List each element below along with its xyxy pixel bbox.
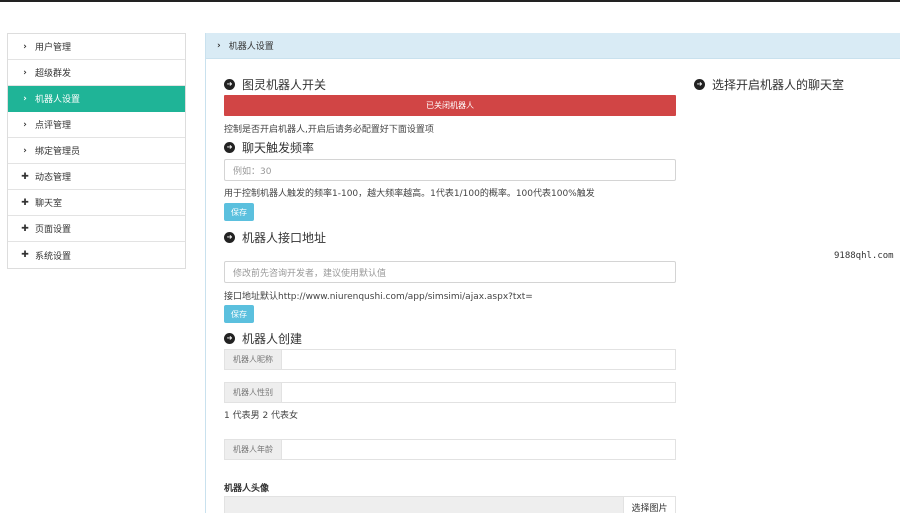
gender-input-group[interactable]: 机器人性别 [224, 382, 676, 403]
plus-icon: ✚ [21, 250, 29, 260]
sidebar-item-feeds[interactable]: ✚ 动态管理 [8, 164, 185, 190]
robot-toggle-button[interactable]: 已关闭机器人 [224, 95, 676, 116]
gender-field[interactable] [282, 383, 675, 402]
avatar-file-path [225, 497, 623, 513]
frequency-save-button[interactable]: 保存 [224, 203, 254, 221]
sidebar-item-system-settings[interactable]: ✚ 系统设置 [8, 242, 185, 268]
gender-help-text: 1 代表男 2 代表女 [224, 411, 299, 421]
arrow-circle-right-icon: ➜ [694, 79, 705, 90]
sidebar-item-label: 点评管理 [35, 121, 72, 131]
plus-icon: ✚ [21, 223, 29, 234]
arrow-circle-right-icon: ➜ [224, 333, 235, 344]
breadcrumb-label: 机器人设置 [228, 42, 274, 52]
sidebar-item-label: 超级群发 [35, 69, 72, 79]
chevron-right-icon: › [23, 119, 27, 130]
frequency-input[interactable]: 例如：30 [224, 159, 676, 181]
sidebar-item-label: 动态管理 [35, 173, 72, 183]
sidebar-item-label: 系统设置 [35, 251, 72, 262]
sidebar-item-robot-settings[interactable]: › 机器人设置 [8, 86, 185, 112]
nickname-field[interactable] [282, 350, 675, 369]
chevron-right-icon: › [23, 145, 27, 156]
age-field[interactable] [282, 440, 675, 459]
api-url-input[interactable]: 修改前先咨询开发者，建议使用默认值 [224, 261, 676, 283]
avatar-file-group: 选择图片 [224, 496, 676, 513]
sidebar-item-mass-send[interactable]: › 超级群发 [8, 60, 185, 86]
section-title-chatroom-select: ➜ 选择开启机器人的聊天室 [694, 76, 844, 93]
arrow-circle-right-icon: ➜ [224, 79, 235, 90]
age-input-group[interactable]: 机器人年龄 [224, 439, 676, 460]
api-save-button[interactable]: 保存 [224, 305, 254, 323]
chevron-right-icon: › [23, 93, 27, 104]
gender-addon: 机器人性别 [225, 383, 282, 402]
section-title-frequency: ➜ 聊天触发频率 [224, 139, 314, 156]
api-help-text: 接口地址默认http://www.niurenqushi.com/app/sim… [224, 292, 533, 302]
arrow-circle-right-icon: ➜ [224, 142, 235, 153]
sidebar-item-user-management[interactable]: › 用户管理 [8, 34, 185, 60]
sidebar-item-reviews[interactable]: › 点评管理 [8, 112, 185, 138]
frequency-help-text: 用于控制机器人触发的频率1-100，越大频率越高。1代表1/100的概率。100… [224, 189, 595, 199]
age-addon: 机器人年龄 [225, 440, 282, 459]
sidebar-item-bind-admin[interactable]: › 绑定管理员 [8, 138, 185, 164]
section-title-create: ➜ 机器人创建 [224, 330, 302, 347]
section-title-api: ➜ 机器人接口地址 [224, 229, 326, 246]
choose-image-button[interactable]: 选择图片 [623, 497, 675, 513]
arrow-circle-right-icon: ➜ [224, 232, 235, 243]
sidebar-item-chatroom[interactable]: ✚ 聊天室 [8, 190, 185, 216]
watermark-text: 9188qhl.com [834, 251, 894, 261]
sidebar: › 用户管理 › 超级群发 › 机器人设置 › 点评管理 › 绑定管理员 ✚ 动… [7, 33, 186, 269]
sidebar-item-label: 机器人设置 [35, 95, 81, 105]
sidebar-item-label: 页面设置 [35, 225, 72, 235]
chevron-right-icon: › [217, 40, 221, 51]
chevron-right-icon: › [23, 67, 27, 78]
top-border [0, 0, 900, 2]
sidebar-item-page-settings[interactable]: ✚ 页面设置 [8, 216, 185, 242]
nickname-addon: 机器人昵称 [225, 350, 282, 369]
chevron-right-icon: › [23, 41, 27, 52]
plus-icon: ✚ [21, 171, 29, 182]
sidebar-item-label: 绑定管理员 [35, 147, 81, 157]
switch-help-text: 控制是否开启机器人,开启后请务必配置好下面设置项 [224, 125, 434, 135]
avatar-label: 机器人头像 [224, 484, 270, 494]
plus-icon: ✚ [21, 197, 29, 208]
section-title-switch: ➜ 图灵机器人开关 [224, 76, 326, 93]
sidebar-item-label: 用户管理 [35, 43, 72, 53]
breadcrumb: › 机器人设置 [206, 33, 900, 59]
nickname-input-group[interactable]: 机器人昵称 [224, 349, 676, 370]
sidebar-item-label: 聊天室 [35, 199, 63, 209]
